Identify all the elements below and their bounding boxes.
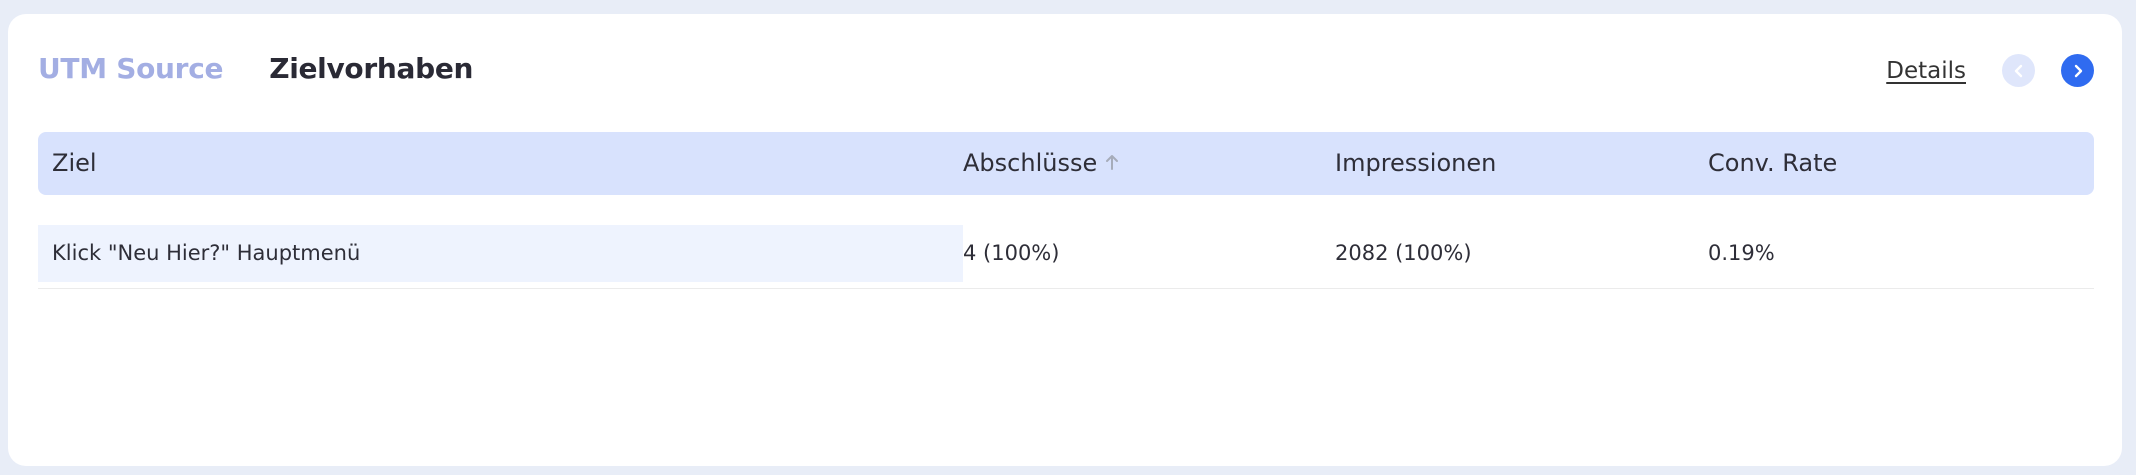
chevron-right-icon	[2074, 64, 2082, 77]
column-header-conv-rate[interactable]: Conv. Rate	[1708, 132, 1837, 195]
tab-utm-source[interactable]: UTM Source	[38, 52, 223, 85]
cell-abschluesse: 4 (100%)	[963, 241, 1060, 265]
details-link[interactable]: Details	[1886, 58, 1966, 84]
column-header-abschluesse[interactable]: Abschlüsse	[963, 132, 1119, 195]
cell-impressionen: 2082 (100%)	[1335, 241, 1472, 265]
cell-conv-rate: 0.19%	[1708, 241, 1775, 265]
next-button[interactable]	[2061, 54, 2094, 87]
goals-card: UTM Source Zielvorhaben Details Ziel Abs…	[8, 14, 2122, 466]
tab-zielvorhaben[interactable]: Zielvorhaben	[269, 52, 473, 85]
column-header-impressionen[interactable]: Impressionen	[1335, 132, 1496, 195]
tab-bar: UTM Source Zielvorhaben	[38, 52, 473, 85]
chevron-left-icon	[2014, 64, 2022, 77]
card-actions: Details	[1886, 54, 2094, 87]
cell-ziel: Klick "Neu Hier?" Hauptmenü	[52, 241, 361, 265]
arrow-up-icon	[1106, 155, 1119, 170]
column-header-abschluesse-label: Abschlüsse	[963, 149, 1098, 177]
table-row[interactable]: Klick "Neu Hier?" Hauptmenü 4 (100%) 208…	[38, 225, 2094, 289]
column-header-ziel[interactable]: Ziel	[52, 132, 97, 195]
previous-button[interactable]	[2002, 54, 2035, 87]
table-header: Ziel Abschlüsse Impressionen Conv. Rate	[38, 132, 2094, 195]
